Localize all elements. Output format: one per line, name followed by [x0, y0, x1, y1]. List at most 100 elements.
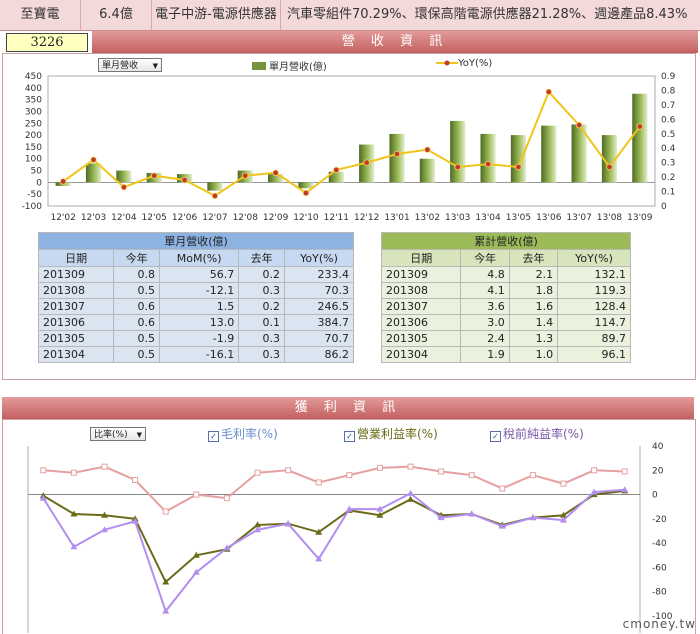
table-cell: -1.9: [158, 330, 240, 347]
table-cell: 114.7: [557, 314, 631, 331]
y2-tick-label: 0.5: [661, 130, 675, 140]
revenue-bar: [85, 163, 102, 183]
bar-swatch-icon: [252, 62, 266, 70]
yoy-point: [211, 192, 219, 200]
revenue-chart: -100-5005010015020025030035040045000.10.…: [22, 72, 676, 223]
revenue-section-title: 營 收 資 訊: [92, 31, 698, 53]
table-cell: 1.9: [460, 346, 510, 363]
stock-code-box[interactable]: 3226: [6, 33, 88, 52]
y-tick-label: -80: [652, 588, 667, 598]
industry: 電子中游-電源供應器: [152, 0, 281, 30]
table-cell: 201306: [380, 314, 462, 331]
x-tick-label: 13'07: [566, 213, 591, 223]
yoy-point: [151, 172, 158, 179]
table-cell: 4.1: [460, 282, 510, 299]
x-tick-label: 13'05: [506, 213, 531, 223]
gross-margin-point: [70, 469, 77, 476]
y-tick-label: 150: [25, 143, 42, 153]
table-cell: 201309: [37, 266, 115, 283]
table-cell: 0.5: [113, 282, 160, 299]
monthly-revenue-table: 單月營收(億) 日期 今年 MoM(%) 去年 YoY(%) 201309 0.8 56.7…: [37, 232, 354, 363]
x-tick-label: 12'08: [233, 213, 259, 223]
gross-margin-point: [193, 491, 200, 498]
table-cell: 96.1: [557, 346, 631, 363]
gross-margin-point: [40, 467, 47, 474]
gross-margin-point: [499, 485, 506, 492]
y2-tick-label: 0.7: [661, 101, 675, 111]
x-tick-label: 13'08: [597, 213, 623, 223]
gross-margin-point: [407, 463, 414, 470]
column-header: MoM(%): [158, 249, 240, 267]
profit-section-title: 獲 利 資 訊: [2, 397, 694, 419]
x-tick-label: 12'06: [172, 213, 198, 223]
watermark: cmoney.tw: [622, 617, 696, 631]
gross-margin-point: [591, 467, 598, 474]
table-cell: 0.1: [238, 314, 285, 331]
gross-margin-point: [529, 472, 536, 479]
gross-margin-point: [162, 508, 169, 515]
gross-margin-line: [43, 465, 625, 513]
table-cell: 0.2: [238, 298, 285, 315]
y-tick-label: 200: [25, 131, 42, 141]
table-cell: 132.1: [557, 266, 631, 283]
gross-margin-point: [101, 463, 108, 470]
table-row: 201308 4.1 1.8 119.3: [380, 282, 631, 299]
gross-margin-point: [560, 480, 567, 487]
x-tick-label: 13'04: [475, 213, 501, 223]
yoy-point: [484, 160, 492, 168]
table-row: 201307 0.6 1.5 0.2 246.5: [37, 298, 354, 315]
table-row: 201306 0.6 13.0 0.1 384.7: [37, 314, 354, 331]
revenue-bar: [298, 182, 314, 189]
table-cell: 0.5: [113, 346, 160, 363]
yoy-point: [545, 88, 552, 96]
table-cell: 1.6: [508, 298, 559, 315]
yoy-point: [454, 163, 461, 171]
yoy-point: [363, 159, 370, 166]
y2-tick-label: 0.8: [661, 86, 676, 96]
table-cell: -16.1: [158, 346, 240, 363]
table-cell: 246.5: [284, 298, 354, 315]
gross-margin-point: [621, 468, 628, 475]
y-tick-label: -40: [652, 539, 667, 549]
table-cell: 2.1: [508, 266, 559, 283]
gross-margin-point: [346, 472, 353, 479]
table-cell: 0.6: [113, 298, 160, 315]
x-tick-label: 13'02: [415, 213, 440, 223]
table-cell: 1.5: [158, 298, 240, 315]
cumulative-revenue-table: 累計營收(億) 日期 今年 去年 YoY(%) 201309 4.8 2.1 132.1 20…: [380, 232, 631, 363]
table-cell: 13.0: [158, 314, 240, 331]
y2-tick-label: 0.9: [661, 72, 676, 82]
y-tick-label: 40: [652, 442, 664, 452]
y2-tick-label: 0.4: [661, 144, 676, 154]
table-cell: 0.3: [238, 346, 285, 363]
revenue-bar: [389, 133, 405, 183]
column-header: 今年: [113, 249, 160, 267]
yoy-point: [606, 163, 613, 171]
table-cell: 56.7: [158, 266, 240, 283]
yoy-point: [515, 163, 522, 171]
column-header: 日期: [37, 249, 115, 267]
table-row: 201307 3.6 1.6 128.4: [380, 298, 631, 315]
revenue-bar: [541, 125, 557, 183]
table-row: 201304 1.9 1.0 96.1: [380, 346, 631, 363]
y-tick-label: 0: [36, 178, 42, 188]
yoy-point: [302, 189, 310, 197]
table-cell: 201309: [380, 266, 462, 283]
yoy-point: [424, 146, 431, 153]
x-tick-label: 13'03: [445, 213, 470, 223]
table-cell: 0.3: [238, 282, 285, 299]
table-cell: 1.3: [508, 330, 559, 347]
table-cell: 201308: [37, 282, 115, 299]
legend-line-label: YoY(%): [458, 58, 493, 69]
table-cell: 70.7: [284, 330, 354, 347]
table-cell: 0.5: [113, 330, 160, 347]
y-tick-label: -20: [652, 515, 667, 525]
revenue-bar: [480, 133, 496, 183]
table-cell: 201304: [380, 346, 462, 363]
table-row: 201305 0.5 -1.9 0.3 70.7: [37, 330, 354, 347]
monthly-table-caption: 單月營收(億): [38, 232, 354, 250]
table-cell: 201305: [380, 330, 462, 347]
gross-margin-point: [438, 468, 445, 475]
table-cell: 1.4: [508, 314, 559, 331]
x-tick-label: 12'04: [111, 213, 137, 223]
